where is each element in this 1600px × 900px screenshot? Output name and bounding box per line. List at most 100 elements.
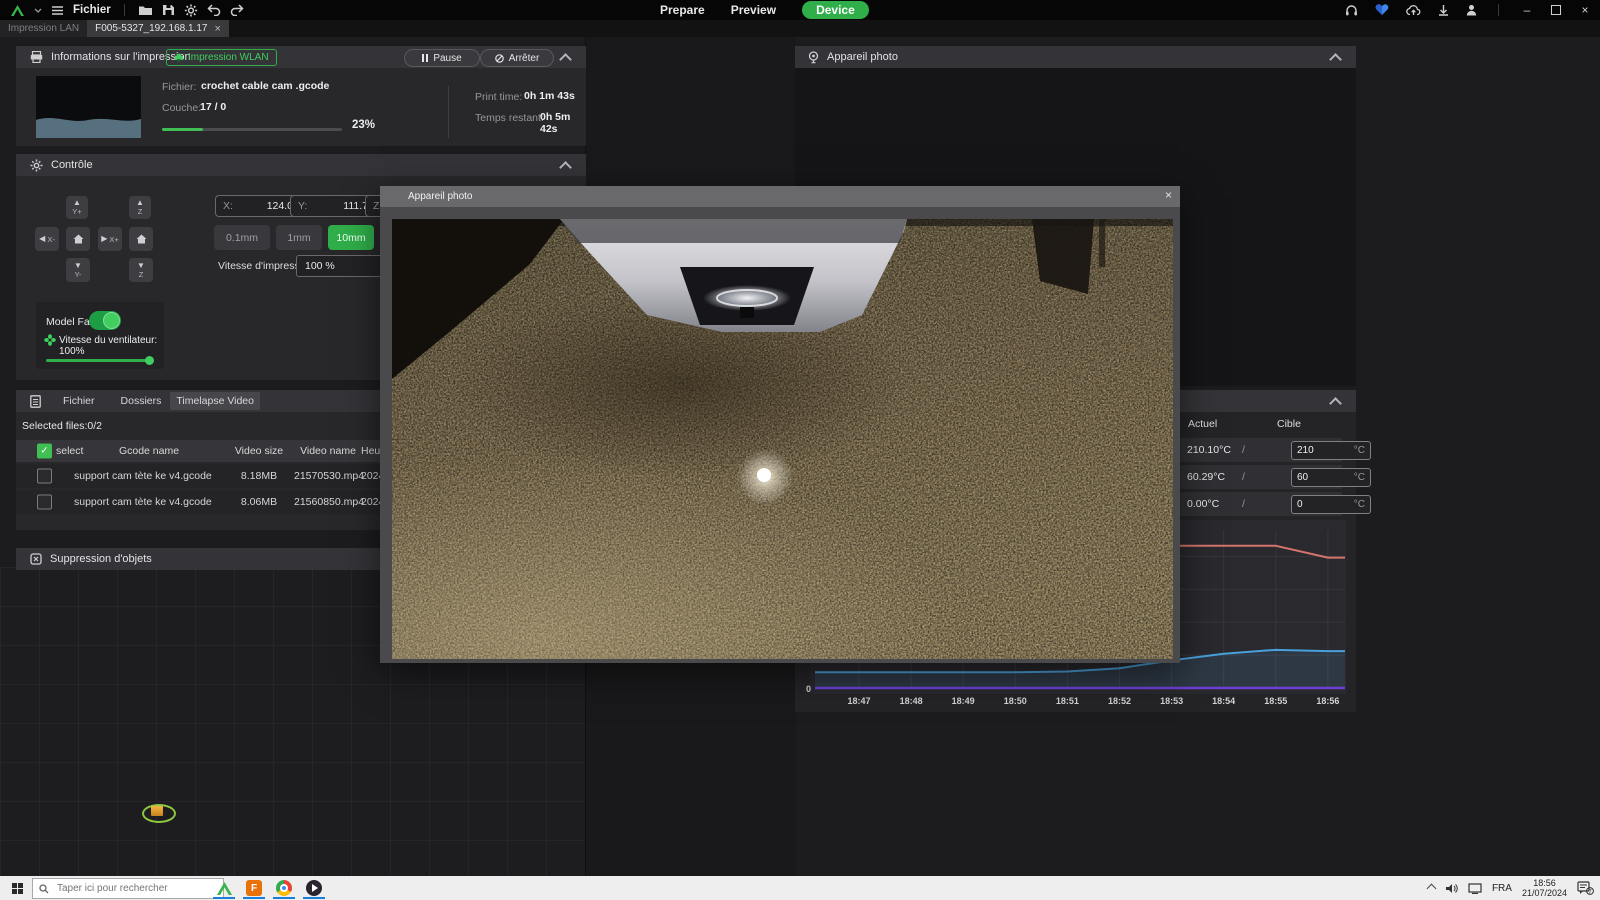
taskbar-media-player-icon[interactable] [305,879,323,897]
tab-dossiers[interactable]: Dossiers [121,395,162,407]
active-app-indicator [303,897,325,899]
row-video-size: 8.18MB [224,470,294,482]
language-indicator[interactable]: FRA [1492,883,1512,894]
time: 18:56 [1533,878,1556,888]
home-z-button[interactable] [129,227,153,251]
separator: / [1242,444,1245,456]
target-temp-input[interactable]: 210°C [1291,441,1371,460]
tab-timelapse-video[interactable]: Timelapse Video [170,392,260,410]
step-10mm-button[interactable]: 10mm [328,225,374,250]
collapse-chevron-icon[interactable] [559,161,572,174]
jog-y-minus-button[interactable]: ▼Y- [66,258,90,282]
file-label: Fichier: [162,81,196,93]
notification-icon[interactable]: 7 [1577,881,1594,895]
panel-title: Appareil photo [827,51,898,63]
taskbar-flash-icon[interactable]: F [245,879,263,897]
membership-heart-icon[interactable] [1375,4,1389,16]
search-icon [39,884,49,894]
jog-x-minus-button[interactable]: ◀X- [35,227,59,251]
cloud-upload-icon[interactable] [1406,4,1421,16]
active-app-indicator [213,897,235,899]
save-icon[interactable] [162,4,175,16]
active-app-indicator [273,897,295,899]
row-gcode-name: support cam tète ke v4.gcode [74,470,212,482]
print-progress-bar [162,128,342,131]
row-checkbox[interactable] [37,495,52,510]
tab-fichier[interactable]: Fichier [63,395,95,407]
col-video-name: Video name [294,445,362,457]
printed-object[interactable] [151,806,163,816]
jog-z-up-button[interactable]: ▲Z [129,196,151,219]
tab-preview[interactable]: Preview [731,3,776,17]
restore-button[interactable] [1551,5,1561,15]
download-icon[interactable] [1438,4,1449,16]
home-xy-button[interactable] [66,227,90,251]
panel-title: Suppression d'objets [50,553,152,565]
jog-z-down-button[interactable]: ▼Z [129,258,153,282]
hamburger-menu-icon[interactable] [51,6,64,15]
x-tick-label: 18:50 [1004,696,1027,706]
minimize-button[interactable]: – [1520,3,1534,17]
tab-device-connection[interactable]: F005-5327_192.168.1.17 × [87,20,229,37]
actual-temp: 210.10°C [1187,444,1231,456]
x-position-input[interactable]: X:124.0 [215,195,301,217]
collapse-chevron-icon[interactable] [559,53,572,66]
taskbar-ankermake-icon[interactable] [215,879,233,897]
pause-icon [422,54,428,62]
target-temp-input[interactable]: 60°C [1291,468,1371,487]
stop-button[interactable]: Arrêter [480,49,554,67]
chevron-down-icon[interactable] [34,8,42,13]
modal-title: Appareil photo [408,191,473,202]
step-0.1mm-button[interactable]: 0.1mm [214,225,270,250]
collapse-chevron-icon[interactable] [1329,53,1342,66]
camera-live-view [392,219,1173,659]
hidden-icons-chevron[interactable] [1427,883,1437,893]
jog-x-plus-button[interactable]: ▶X+ [98,227,122,251]
taskbar-clock[interactable]: 18:56 21/07/2024 [1522,878,1567,899]
step-1mm-button[interactable]: 1mm [276,225,322,250]
tab-impression-lan[interactable]: Impression LAN [0,20,87,37]
row-video-name: 21560850.mp4 [294,496,362,508]
taskbar-chrome-icon[interactable] [275,879,293,897]
title-bar: Fichier Prepare Preview Device – × [0,0,1600,20]
camera-modal: Appareil photo × [380,186,1180,663]
close-button[interactable]: × [1578,3,1592,17]
speaker-icon[interactable] [1445,883,1458,894]
actual-temp: 60.29°C [1187,471,1225,483]
tab-close-icon[interactable]: × [214,23,220,35]
modal-title-bar[interactable]: Appareil photo × [380,186,1180,207]
taskbar-search[interactable] [32,878,224,899]
file-name: crochet cable cam .gcode [201,80,329,92]
target-temp-input[interactable]: 0°C [1291,495,1371,514]
open-folder-icon[interactable] [138,4,153,16]
printer-icon [30,51,43,63]
redo-icon[interactable] [230,4,244,16]
col-target: Cible [1277,418,1301,430]
fan-speed-slider[interactable] [46,359,152,362]
slider-knob[interactable] [145,356,154,365]
network-icon[interactable] [1468,883,1482,894]
row-checkbox[interactable] [37,469,52,484]
undo-icon[interactable] [207,4,221,16]
layer-label: Couche: [162,102,201,114]
x-tick-label: 18:52 [1108,696,1131,706]
windows-start-button[interactable] [12,883,23,894]
jog-y-plus-button[interactable]: ▲Y+ [66,196,88,219]
model-fan-toggle[interactable] [89,311,121,330]
settings-gear-icon[interactable] [184,4,198,17]
collapse-chevron-icon[interactable] [1329,397,1342,410]
support-headset-icon[interactable] [1345,4,1358,17]
x-tick-label: 18:48 [900,696,923,706]
modal-close-icon[interactable]: × [1165,188,1172,202]
search-input[interactable] [55,882,199,895]
user-account-icon[interactable] [1466,4,1477,16]
pause-button[interactable]: Pause [404,49,480,67]
file-menu[interactable]: Fichier [73,4,111,16]
select-all-checkbox[interactable]: ✓ [37,444,52,459]
progress-percent: 23% [352,119,375,131]
y-position-input[interactable]: Y:111.7 [290,195,376,217]
tab-prepare[interactable]: Prepare [660,3,705,17]
tab-device[interactable]: Device [802,1,869,19]
divider [124,4,125,16]
row-video-size: 8.06MB [224,496,294,508]
